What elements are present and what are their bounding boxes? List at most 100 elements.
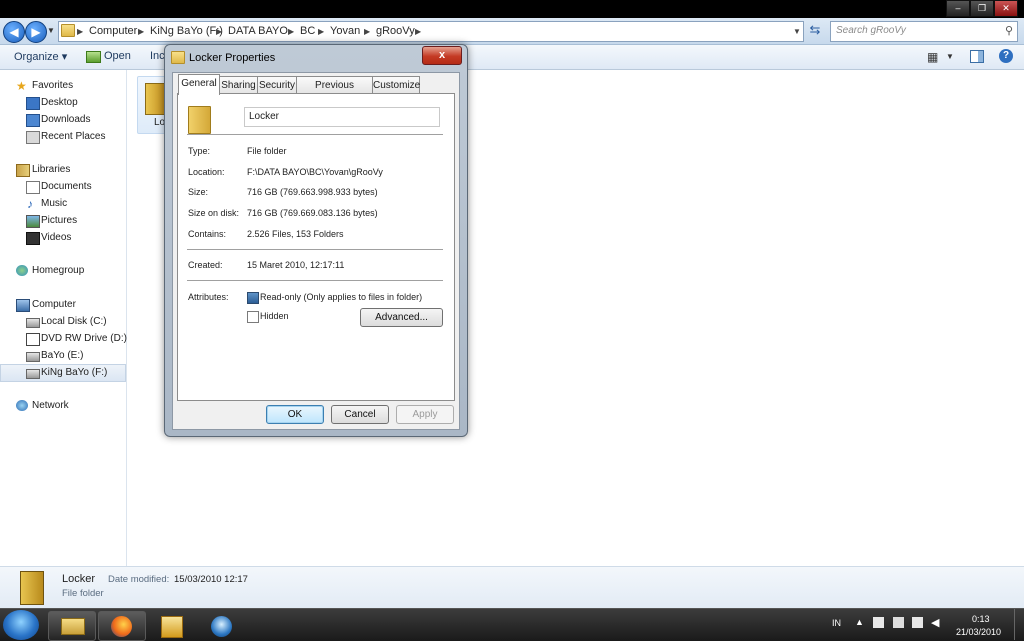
organize-button[interactable]: Organize ▾ bbox=[14, 50, 67, 63]
sidebar-item-network[interactable]: Network bbox=[0, 398, 126, 414]
back-button[interactable]: ◀ bbox=[3, 21, 25, 43]
computer-icon bbox=[16, 299, 30, 312]
tab-customize[interactable]: Customize bbox=[372, 76, 420, 94]
close-icon[interactable]: ✕ bbox=[994, 0, 1018, 17]
sidebar-item-bayo-e[interactable]: BaYo (E:) bbox=[0, 348, 126, 364]
open-button[interactable]: Open bbox=[104, 50, 131, 62]
recent-pages-icon[interactable]: ▼ bbox=[47, 26, 55, 35]
search-input[interactable]: Search gRooVy ⚲ bbox=[830, 21, 1018, 42]
taskbar-media-player-button[interactable] bbox=[148, 611, 196, 641]
hidden-checkbox[interactable] bbox=[247, 311, 259, 323]
language-indicator[interactable]: IN bbox=[832, 618, 841, 628]
volume-icon[interactable]: ◀ bbox=[931, 616, 939, 629]
sidebar-item-favorites[interactable]: ★ Favorites bbox=[0, 78, 126, 94]
sidebar-item-computer[interactable]: Computer bbox=[0, 297, 126, 313]
sidebar-item-label: KiNg BaYo (F:) bbox=[41, 367, 108, 378]
created-label: Created: bbox=[188, 260, 223, 270]
sidebar-item-pictures[interactable]: Pictures bbox=[0, 213, 126, 229]
show-hidden-icons-icon[interactable]: ▲ bbox=[855, 617, 864, 627]
tab-security[interactable]: Security bbox=[257, 76, 297, 94]
show-desktop-button[interactable] bbox=[1014, 609, 1024, 640]
views-dropdown-icon[interactable]: ▼ bbox=[946, 52, 954, 61]
help-icon[interactable]: ? bbox=[999, 49, 1013, 63]
sidebar-item-label: Favorites bbox=[32, 80, 74, 91]
apply-button[interactable]: Apply bbox=[396, 405, 454, 424]
media-player-icon bbox=[161, 616, 183, 638]
tab-previous-versions[interactable]: Previous Versions bbox=[296, 76, 373, 108]
sidebar-item-music[interactable]: ♪ Music bbox=[0, 196, 126, 212]
taskbar-explorer-button[interactable] bbox=[48, 611, 96, 641]
sidebar-item-king-bayo-f[interactable]: KiNg BaYo (F:) bbox=[0, 364, 126, 382]
drive-icon bbox=[26, 369, 40, 379]
start-button[interactable] bbox=[3, 610, 39, 640]
sidebar-item-label: DVD RW Drive (D:) D bbox=[41, 333, 137, 344]
refresh-icon[interactable]: ⇆ bbox=[806, 22, 824, 39]
address-dropdown-icon[interactable]: ▼ bbox=[793, 22, 801, 41]
breadcrumb-yovan[interactable]: Yovan bbox=[330, 22, 360, 41]
attributes-label: Attributes: bbox=[188, 292, 229, 302]
sidebar-item-videos[interactable]: Videos bbox=[0, 230, 126, 246]
navigation-bar: ◀ ▶ ▼ ▶ Computer ▶ KiNg BaYo (F:) ▶ DATA… bbox=[0, 18, 1024, 45]
breadcrumb-groovy[interactable]: gRooVy bbox=[376, 22, 415, 41]
folder-name-input[interactable]: Locker bbox=[244, 107, 440, 127]
sidebar-item-libraries[interactable]: Libraries bbox=[0, 162, 126, 178]
sidebar-item-label: Recent Places bbox=[41, 131, 106, 142]
breadcrumb-arrow-icon[interactable]: ▶ bbox=[138, 22, 144, 41]
close-icon: x bbox=[438, 49, 446, 61]
firefox-icon bbox=[111, 616, 132, 637]
breadcrumb-data-bayo[interactable]: DATA BAYO bbox=[228, 22, 288, 41]
taskbar-firefox-button[interactable] bbox=[98, 611, 146, 641]
preview-pane-icon[interactable] bbox=[970, 50, 984, 63]
network-icon bbox=[16, 400, 28, 411]
open-icon bbox=[86, 51, 101, 63]
breadcrumb-arrow-icon[interactable]: ▶ bbox=[77, 22, 83, 41]
properties-dialog: Locker Properties x General Sharing Secu… bbox=[164, 44, 468, 437]
general-tab-page: Locker Type: File folder Location: F:\DA… bbox=[177, 93, 455, 401]
window-controls: – ❐ ✕ bbox=[946, 0, 1022, 17]
breadcrumb-arrow-icon[interactable]: ▶ bbox=[364, 22, 370, 41]
tab-general[interactable]: General bbox=[178, 74, 220, 95]
ok-button[interactable]: OK bbox=[266, 405, 324, 424]
sidebar-item-documents[interactable]: Documents bbox=[0, 179, 126, 195]
breadcrumb-arrow-icon[interactable]: ▶ bbox=[415, 22, 421, 41]
breadcrumb-arrow-icon[interactable]: ▶ bbox=[216, 22, 222, 41]
minimize-icon[interactable]: – bbox=[946, 0, 970, 17]
tab-sharing[interactable]: Sharing bbox=[219, 76, 258, 94]
folder-icon bbox=[145, 83, 165, 115]
breadcrumb-drive[interactable]: KiNg BaYo (F:) bbox=[150, 22, 223, 41]
readonly-label[interactable]: Read-only (Only applies to files in fold… bbox=[260, 292, 422, 302]
details-modified-value: 15/03/2010 12:17 bbox=[174, 574, 248, 585]
sidebar-item-local-disk[interactable]: Local Disk (C:) bbox=[0, 314, 126, 330]
forward-button[interactable]: ▶ bbox=[25, 21, 47, 43]
clock-time[interactable]: 0:13 bbox=[972, 614, 990, 624]
search-icon[interactable]: ⚲ bbox=[1005, 24, 1013, 37]
breadcrumb-computer[interactable]: Computer bbox=[89, 22, 137, 41]
dialog-close-button[interactable]: x bbox=[422, 46, 462, 65]
cancel-button[interactable]: Cancel bbox=[331, 405, 389, 424]
explorer-icon bbox=[61, 618, 85, 635]
taskbar-app-button[interactable] bbox=[198, 611, 246, 641]
pictures-icon bbox=[26, 215, 40, 228]
advanced-button[interactable]: Advanced... bbox=[360, 308, 443, 327]
sidebar-item-dvd-drive[interactable]: DVD RW Drive (D:) D bbox=[0, 331, 137, 347]
include-in-library-button[interactable]: Inc bbox=[150, 50, 165, 62]
maximize-icon[interactable]: ❐ bbox=[970, 0, 994, 17]
usb-icon[interactable] bbox=[893, 617, 904, 628]
sidebar-item-desktop[interactable]: Desktop bbox=[0, 95, 126, 111]
address-bar[interactable]: ▶ Computer ▶ KiNg BaYo (F:) ▶ DATA BAYO … bbox=[58, 21, 804, 42]
type-label: Type: bbox=[188, 146, 211, 156]
readonly-checkbox[interactable] bbox=[247, 292, 259, 304]
sidebar-item-downloads[interactable]: Downloads bbox=[0, 112, 126, 128]
breadcrumb-arrow-icon[interactable]: ▶ bbox=[288, 22, 294, 41]
sidebar-item-homegroup[interactable]: Homegroup bbox=[0, 263, 126, 279]
hidden-label[interactable]: Hidden bbox=[260, 311, 289, 321]
clock-date[interactable]: 21/03/2010 bbox=[956, 627, 1001, 637]
taskbar: IN ▲ ◀ 0:13 21/03/2010 bbox=[0, 608, 1024, 641]
action-center-icon[interactable] bbox=[873, 617, 884, 628]
breadcrumb-bc[interactable]: BC bbox=[300, 22, 315, 41]
sidebar-item-recent-places[interactable]: Recent Places bbox=[0, 129, 126, 145]
contains-label: Contains: bbox=[188, 229, 227, 239]
breadcrumb-arrow-icon[interactable]: ▶ bbox=[318, 22, 324, 41]
views-icon[interactable]: ▦ bbox=[927, 50, 938, 64]
network-status-icon[interactable] bbox=[912, 617, 923, 628]
